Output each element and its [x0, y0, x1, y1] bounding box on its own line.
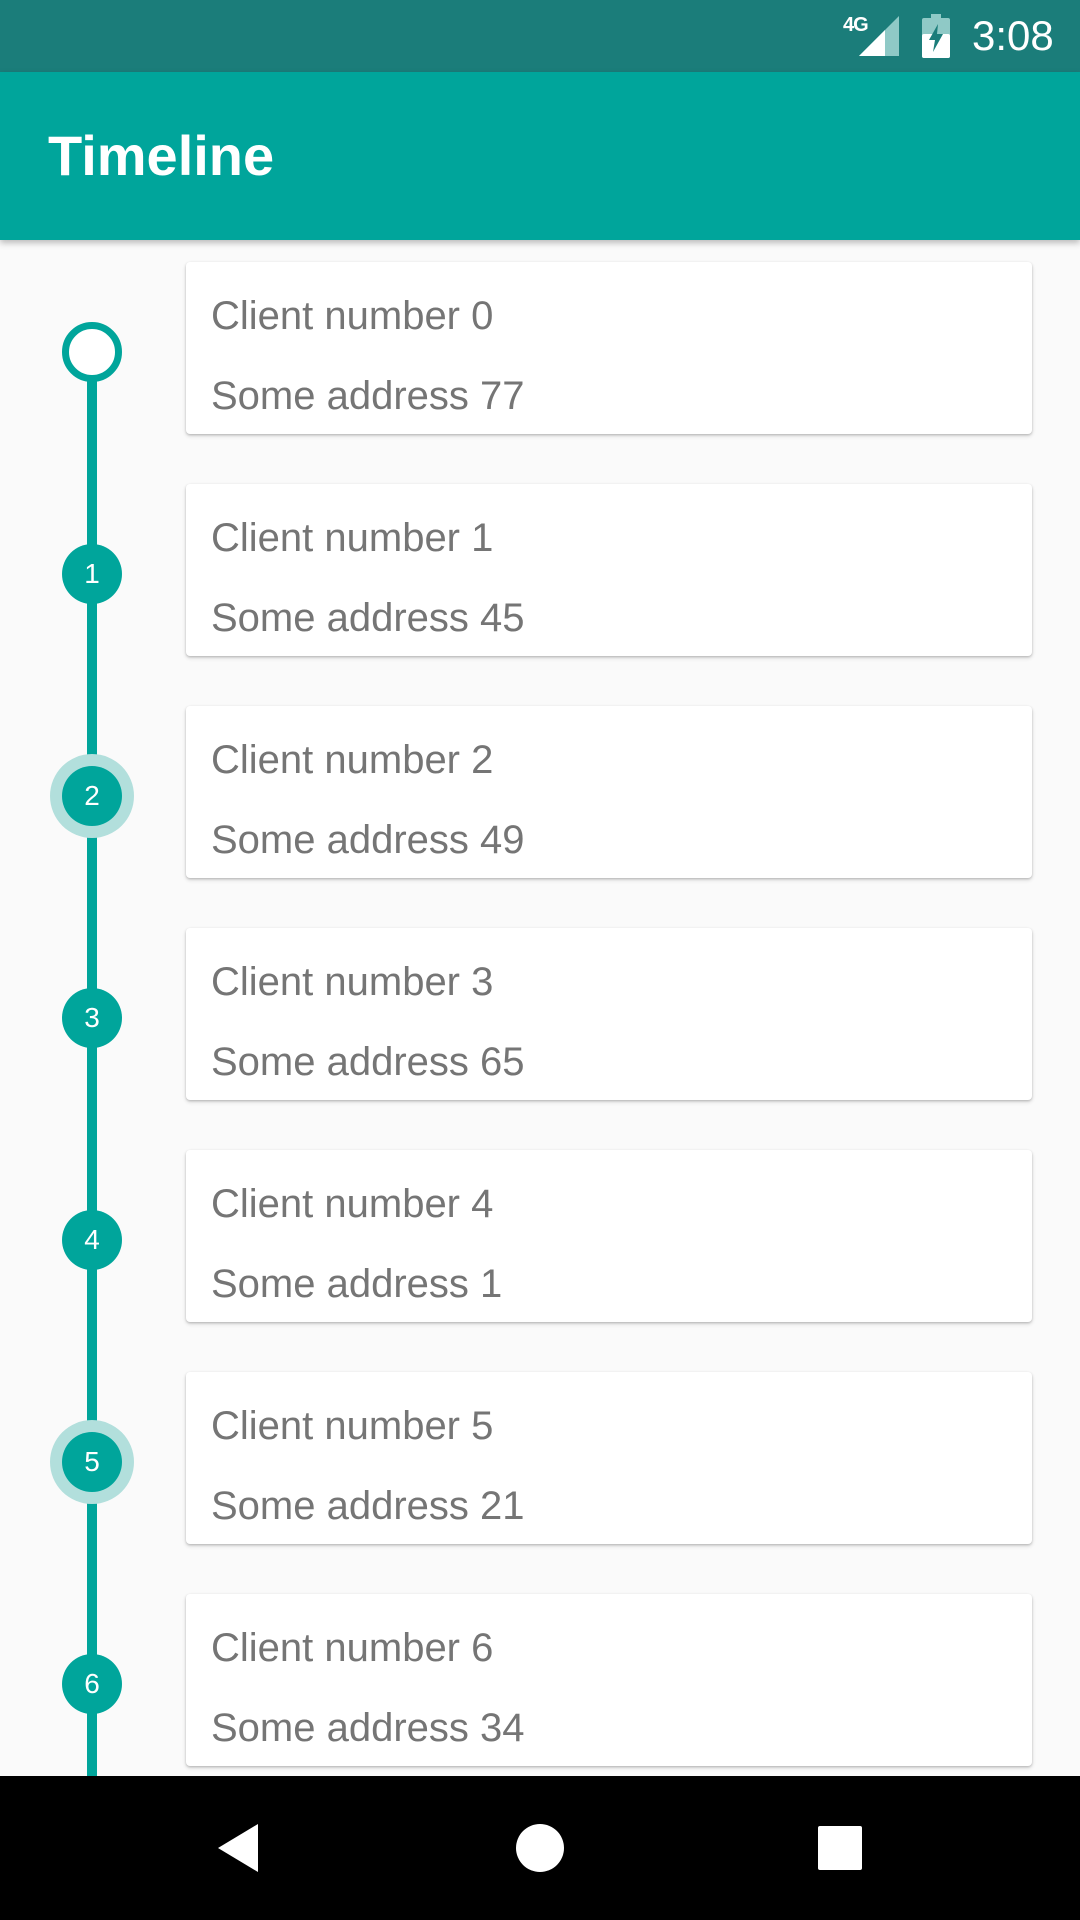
status-bar: 4G 3:08 [0, 0, 1080, 72]
client-address: Some address 77 [211, 374, 525, 418]
timeline-marker: 2 [62, 766, 122, 826]
client-card[interactable]: Client number 5 Some address 21 [186, 1372, 1032, 1544]
timeline-marker: 6 [62, 1654, 122, 1714]
client-address: Some address 49 [211, 818, 525, 862]
list-item[interactable]: 1 Client number 1 Some address 45 [0, 484, 1080, 706]
list-item[interactable]: 3 Client number 3 Some address 65 [0, 928, 1080, 1150]
timeline-marker: 0 [62, 322, 122, 382]
client-card[interactable]: Client number 6 Some address 34 [186, 1594, 1032, 1766]
client-name: Client number 5 [211, 1404, 494, 1448]
list-item[interactable]: 2 Client number 2 Some address 49 [0, 706, 1080, 928]
client-address: Some address 65 [211, 1040, 525, 1084]
timeline-marker: 5 [62, 1432, 122, 1492]
client-name: Client number 3 [211, 960, 494, 1004]
client-card[interactable]: Client number 4 Some address 1 [186, 1150, 1032, 1322]
client-card[interactable]: Client number 3 Some address 65 [186, 928, 1032, 1100]
client-address: Some address 21 [211, 1484, 525, 1528]
clock: 3:08 [972, 12, 1054, 59]
signal-icon [859, 16, 899, 56]
list-item[interactable]: 5 Client number 5 Some address 21 [0, 1372, 1080, 1594]
timeline-marker: 4 [62, 1210, 122, 1270]
page-title: Timeline [48, 124, 275, 187]
back-icon[interactable] [204, 1812, 276, 1884]
client-address: Some address 45 [211, 596, 525, 640]
list-item[interactable]: 4 Client number 4 Some address 1 [0, 1150, 1080, 1372]
app-bar: Timeline [0, 72, 1080, 240]
timeline-marker: 3 [62, 988, 122, 1048]
client-name: Client number 1 [211, 516, 494, 560]
client-card[interactable]: Client number 1 Some address 45 [186, 484, 1032, 656]
client-address: Some address 1 [211, 1262, 503, 1306]
list-item[interactable]: 0 Client number 0 Some address 77 [0, 262, 1080, 484]
client-name: Client number 4 [211, 1182, 494, 1226]
client-address: Some address 34 [211, 1706, 525, 1750]
client-name: Client number 6 [211, 1626, 494, 1670]
timeline-marker: 1 [62, 544, 122, 604]
client-name: Client number 0 [211, 294, 494, 338]
list-item[interactable]: 6 Client number 6 Some address 34 [0, 1594, 1080, 1776]
client-name: Client number 2 [211, 738, 494, 782]
client-card[interactable]: Client number 2 Some address 49 [186, 706, 1032, 878]
recents-icon[interactable] [804, 1812, 876, 1884]
navigation-bar [0, 1776, 1080, 1920]
timeline-list[interactable]: 0 Client number 0 Some address 77 1 Clie… [0, 240, 1080, 1776]
battery-charging-icon [922, 14, 950, 58]
client-card[interactable]: Client number 0 Some address 77 [186, 262, 1032, 434]
home-icon[interactable] [504, 1812, 576, 1884]
